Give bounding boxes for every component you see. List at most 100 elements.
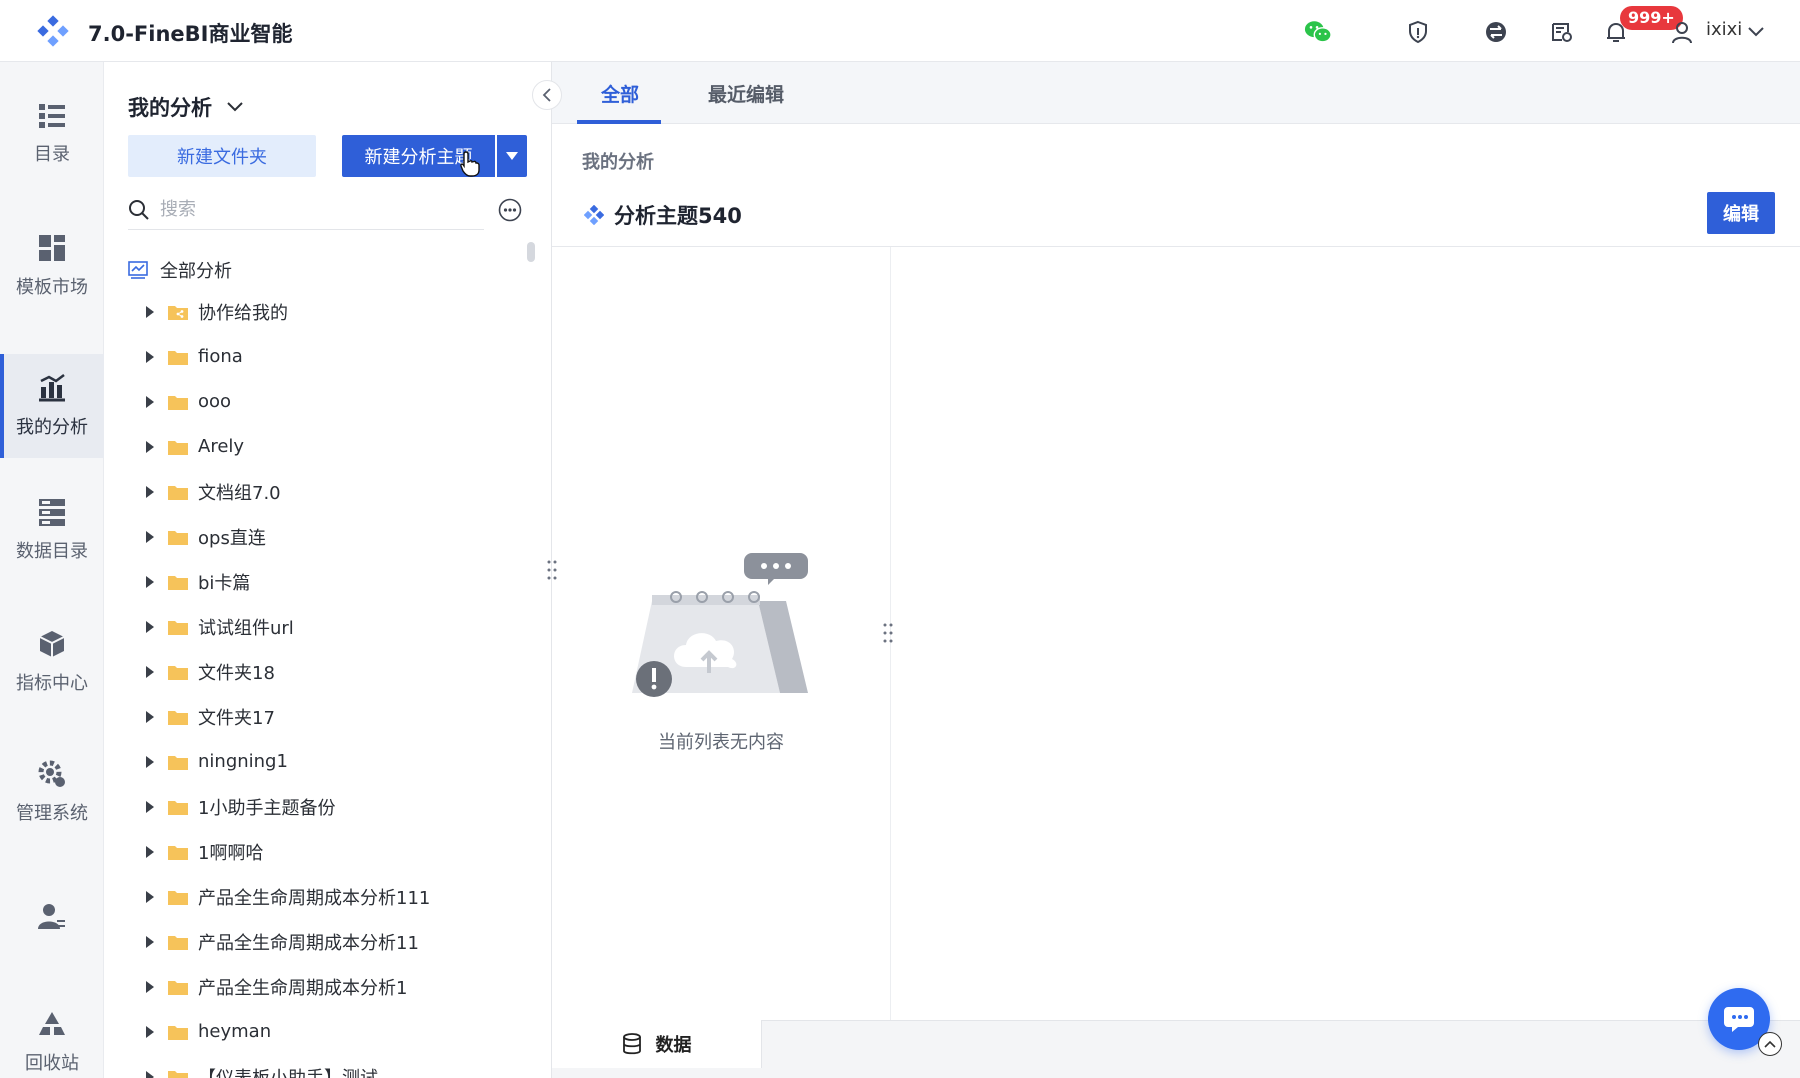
tree-row-shared[interactable]: 协作给我的 — [140, 289, 540, 334]
tree-row-label: 1小助手主题备份 — [198, 797, 336, 819]
folder-icon — [168, 710, 188, 725]
tree-row-folder[interactable]: 【仪表板小助手】测试 — [140, 1054, 540, 1078]
expand-caret-icon[interactable] — [146, 665, 154, 678]
expand-caret-icon[interactable] — [146, 440, 154, 453]
admin-system-icon — [38, 760, 65, 787]
empty-list-illustration-icon — [632, 553, 808, 697]
tree-row-folder[interactable]: fiona — [140, 334, 540, 379]
nav-item-user-management[interactable] — [0, 870, 104, 974]
tree-row-folder[interactable]: 产品全生命周期成本分析1 — [140, 964, 540, 1009]
nav-item-catalog[interactable]: 目录 — [0, 82, 104, 186]
switch-icon[interactable] — [1482, 18, 1510, 46]
folder-icon — [168, 530, 188, 545]
scroll-up-button[interactable] — [1758, 1032, 1782, 1056]
expand-caret-icon[interactable] — [146, 1025, 154, 1038]
expand-caret-icon[interactable] — [146, 1070, 154, 1078]
expand-caret-icon[interactable] — [146, 395, 154, 408]
expand-caret-icon[interactable] — [146, 980, 154, 993]
expand-caret-icon[interactable] — [146, 530, 154, 543]
tree-row-label: 产品全生命周期成本分析111 — [198, 887, 431, 909]
analysis-chart-icon — [128, 261, 148, 279]
folder-icon — [168, 1025, 188, 1040]
tree-root-all-analysis[interactable]: 全部分析 — [128, 250, 232, 290]
nav-label: 管理系统 — [16, 803, 88, 824]
chevron-down-icon[interactable] — [1742, 18, 1770, 46]
chevron-down-icon — [227, 102, 243, 112]
tree-row-folder[interactable]: ningning1 — [140, 739, 540, 784]
data-settings-icon[interactable] — [1548, 18, 1576, 46]
tree-row-folder[interactable]: 产品全生命周期成本分析11 — [140, 919, 540, 964]
mouse-cursor-icon — [460, 151, 480, 177]
nav-item-metrics-center[interactable]: 指标中心 — [0, 610, 104, 714]
tree-row-folder[interactable]: 产品全生命周期成本分析111 — [140, 874, 540, 919]
explorer-title[interactable]: 我的分析 — [128, 92, 244, 122]
folder-icon — [168, 575, 188, 590]
app-title: 7.0-FineBI商业智能 — [88, 22, 293, 46]
nav-item-recycle-bin[interactable]: 回收站 — [0, 990, 104, 1078]
tab-recent-edits[interactable]: 最近编辑 — [708, 62, 784, 124]
topic-title-text: 分析主题540 — [614, 204, 742, 228]
tree-row-folder[interactable]: 1啊啊哈 — [140, 829, 540, 874]
tree-row-folder[interactable]: ooo — [140, 379, 540, 424]
tree-row-label: 1啊啊哈 — [198, 842, 264, 864]
folder-icon — [168, 485, 188, 500]
expand-caret-icon[interactable] — [146, 890, 154, 903]
tree-row-folder[interactable]: bi卡篇 — [140, 559, 540, 604]
expand-caret-icon[interactable] — [146, 710, 154, 723]
new-topic-dropdown-button[interactable] — [497, 135, 527, 177]
folder-icon — [168, 350, 188, 365]
wechat-icon[interactable] — [1304, 18, 1332, 46]
tab-all[interactable]: 全部 — [601, 62, 639, 124]
nav-item-template-market[interactable]: 模板市场 — [0, 214, 104, 318]
folder-icon — [168, 935, 188, 950]
expand-caret-icon[interactable] — [146, 485, 154, 498]
tree-row-folder[interactable]: 试试组件url — [140, 604, 540, 649]
expand-caret-icon[interactable] — [146, 305, 154, 318]
active-tab-indicator — [577, 120, 661, 124]
folder-icon — [168, 980, 188, 995]
shield-icon[interactable] — [1404, 18, 1432, 46]
nav-item-admin-system[interactable]: 管理系统 — [0, 740, 104, 844]
tree-row-folder[interactable]: Arely — [140, 424, 540, 469]
nav-item-my-analysis[interactable]: 我的分析 — [0, 354, 104, 458]
scrollbar-thumb[interactable] — [527, 242, 535, 262]
expand-caret-icon[interactable] — [146, 620, 154, 633]
nav-item-data-catalog[interactable]: 数据目录 — [0, 478, 104, 582]
tree-row-label: 产品全生命周期成本分析11 — [198, 932, 419, 954]
tree-row-label: 试试组件url — [198, 617, 294, 639]
panel-resize-handle-icon[interactable] — [547, 559, 557, 581]
tree-row-label: fiona — [198, 346, 243, 367]
folder-icon — [168, 620, 188, 635]
expand-caret-icon[interactable] — [146, 935, 154, 948]
edit-button[interactable]: 编辑 — [1707, 192, 1775, 234]
tree-row-label: ooo — [198, 391, 232, 412]
tree-row-folder[interactable]: 文档组7.0 — [140, 469, 540, 514]
expand-caret-icon[interactable] — [146, 755, 154, 768]
user-name[interactable]: ixixi — [1706, 19, 1742, 40]
tree-row-folder[interactable]: 文件夹17 — [140, 694, 540, 739]
expand-caret-icon[interactable] — [146, 800, 154, 813]
folder-icon — [168, 800, 188, 815]
recycle-bin-icon — [39, 1012, 65, 1035]
expand-caret-icon[interactable] — [146, 845, 154, 858]
data-tab[interactable]: 数据 — [552, 1020, 762, 1068]
more-options-icon[interactable] — [497, 197, 523, 223]
tree-row-folder[interactable]: ops直连 — [140, 514, 540, 559]
collapse-panel-button[interactable] — [532, 80, 562, 110]
tree-row-folder[interactable]: heyman — [140, 1009, 540, 1054]
breadcrumb[interactable]: 我的分析 — [582, 148, 654, 174]
expand-caret-icon[interactable] — [146, 350, 154, 363]
tree-root-label: 全部分析 — [160, 261, 232, 282]
user-icon[interactable] — [1668, 18, 1696, 46]
new-folder-button[interactable]: 新建文件夹 — [128, 135, 316, 177]
top-bar: 7.0-FineBI商业智能 999+ ixixi — [0, 0, 1800, 62]
database-icon — [622, 1033, 641, 1055]
search-input[interactable] — [160, 199, 460, 220]
my-analysis-icon — [39, 374, 65, 402]
expand-caret-icon[interactable] — [146, 575, 154, 588]
tree-row-label: ops直连 — [198, 527, 266, 549]
split-resize-handle-icon[interactable] — [883, 622, 893, 644]
tree-row-folder[interactable]: 1小助手主题备份 — [140, 784, 540, 829]
tree-row-folder[interactable]: 文件夹18 — [140, 649, 540, 694]
nav-label: 模板市场 — [16, 277, 88, 298]
